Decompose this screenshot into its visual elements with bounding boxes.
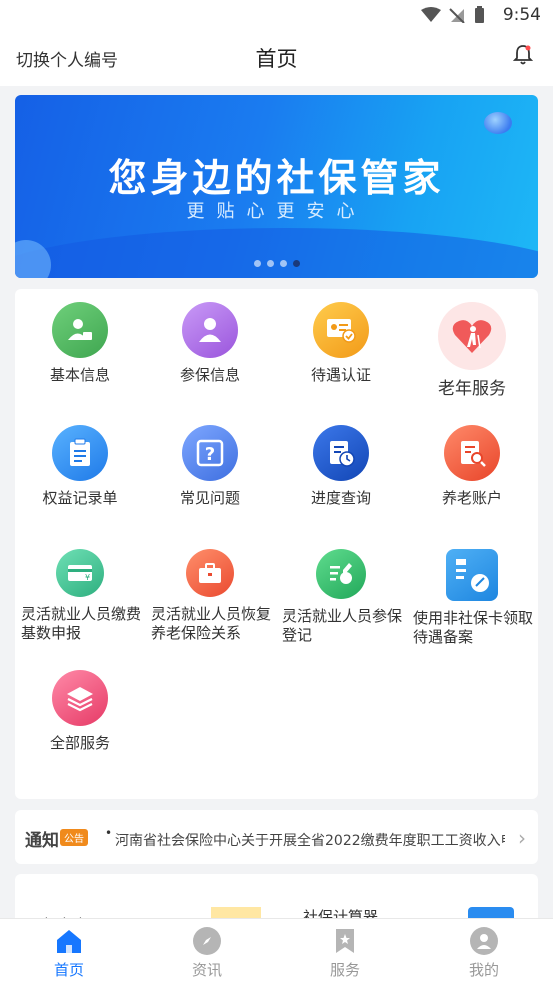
service-rights-record[interactable]: 权益记录单	[15, 425, 145, 508]
id-card-check-icon	[313, 302, 369, 358]
services-grid: 基本信息 参保信息 待遇认证 老年服务 权益记录单 ? 常见问题 进度查询 养老…	[15, 289, 538, 799]
bookmark-star-icon	[331, 927, 359, 955]
service-label: 权益记录单	[42, 489, 118, 507]
question-icon: ?	[182, 425, 238, 481]
briefcase-icon	[186, 549, 234, 597]
progress-clock-icon	[313, 425, 369, 481]
service-pension-account[interactable]: 养老账户	[407, 425, 537, 508]
notice-text: 河南省社会保险中心关于开展全省2022缴费年度职工工资收入申报工作的通知	[115, 833, 505, 849]
service-benefit-auth[interactable]: 待遇认证	[276, 302, 406, 385]
tab-news[interactable]: 资讯	[157, 927, 257, 980]
carousel-dots	[15, 260, 538, 267]
tab-label: 首页	[53, 961, 84, 979]
bottom-tab-bar: 首页 资讯 服务 我的	[0, 918, 553, 983]
service-label: 常见问题	[179, 489, 240, 507]
banner-bubble	[15, 240, 51, 278]
banner-title: 您身边的社保管家	[108, 156, 445, 200]
notice-bar[interactable]: 通知 公告 • 河南省社会保险中心关于开展全省2022缴费年度职工工资收入申报工…	[15, 810, 538, 864]
top-bar: 切换个人编号 首页	[0, 30, 553, 86]
service-non-card-filing[interactable]: 使用非社保卡领取待遇备案	[407, 549, 537, 647]
no-signal-icon	[449, 8, 465, 23]
service-label: 灵活就业人员恢复养老保险关系	[151, 605, 272, 642]
service-elder[interactable]: 老年服务	[407, 302, 537, 399]
card-apply-icon	[446, 549, 498, 601]
status-time: 9:54	[502, 5, 541, 25]
carousel-dot[interactable]	[266, 260, 274, 267]
service-insurance-info[interactable]: 参保信息	[145, 302, 275, 385]
home-icon	[55, 927, 83, 955]
service-label: 养老账户	[441, 489, 502, 507]
banner-wave	[15, 228, 538, 278]
service-label: 进度查询	[310, 489, 371, 507]
payment-card-icon: ¥	[56, 549, 104, 597]
service-progress[interactable]: 进度查询	[276, 425, 406, 508]
service-label: 待遇认证	[310, 366, 371, 384]
notice-title: 通知	[25, 831, 59, 851]
compass-icon	[193, 927, 221, 955]
service-flex-register[interactable]: 灵活就业人员参保登记	[276, 549, 406, 645]
tab-services[interactable]: 服务	[295, 927, 395, 980]
banner-carousel[interactable]: 您身边的社保管家 更贴心更安心	[15, 95, 538, 278]
service-label: 老年服务	[438, 379, 506, 399]
tab-home[interactable]: 首页	[19, 927, 119, 980]
register-icon	[316, 549, 366, 599]
page-title: 首页	[255, 47, 298, 71]
person-icon	[182, 302, 238, 358]
svg-text:¥: ¥	[85, 573, 90, 582]
service-label: 基本信息	[49, 366, 110, 384]
chevron-right-icon[interactable]: ›	[518, 826, 526, 850]
tab-me[interactable]: 我的	[434, 927, 534, 980]
bell-icon[interactable]	[512, 44, 534, 70]
service-all[interactable]: 全部服务	[15, 670, 145, 753]
user-icon	[470, 927, 498, 955]
status-icons	[421, 6, 485, 24]
service-flex-payment[interactable]: ¥ 灵活就业人员缴费基数申报	[15, 549, 145, 643]
clipboard-icon	[52, 425, 108, 481]
service-flex-restore[interactable]: 灵活就业人员恢复养老保险关系	[145, 549, 275, 643]
carousel-dot-active[interactable]	[292, 260, 300, 267]
person-card-icon	[52, 302, 108, 358]
carousel-dot[interactable]	[279, 260, 287, 267]
service-label: 灵活就业人员参保登记	[282, 607, 403, 644]
service-label: 灵活就业人员缴费基数申报	[21, 605, 142, 642]
service-faq[interactable]: ? 常见问题	[145, 425, 275, 508]
svg-text:?: ?	[205, 444, 215, 465]
service-basic-info[interactable]: 基本信息	[15, 302, 145, 385]
wifi-icon	[421, 7, 441, 22]
status-bar: 9:54	[0, 0, 553, 30]
service-label: 全部服务	[49, 734, 110, 752]
account-search-icon	[444, 425, 500, 481]
carousel-dot[interactable]	[253, 260, 261, 267]
tab-label: 我的	[468, 961, 499, 979]
notice-badge: 公告	[60, 829, 88, 846]
bullet-icon: •	[105, 826, 113, 840]
battery-icon	[475, 6, 484, 23]
layers-icon	[52, 670, 108, 726]
service-label: 使用非社保卡领取待遇备案	[413, 609, 534, 646]
banner-subtitle: 更贴心更安心	[186, 201, 367, 222]
tab-label: 服务	[329, 961, 360, 979]
banner-bubble	[484, 112, 512, 134]
elder-heart-icon	[438, 302, 506, 370]
tab-label: 资讯	[191, 961, 222, 979]
service-label: 参保信息	[179, 366, 240, 384]
